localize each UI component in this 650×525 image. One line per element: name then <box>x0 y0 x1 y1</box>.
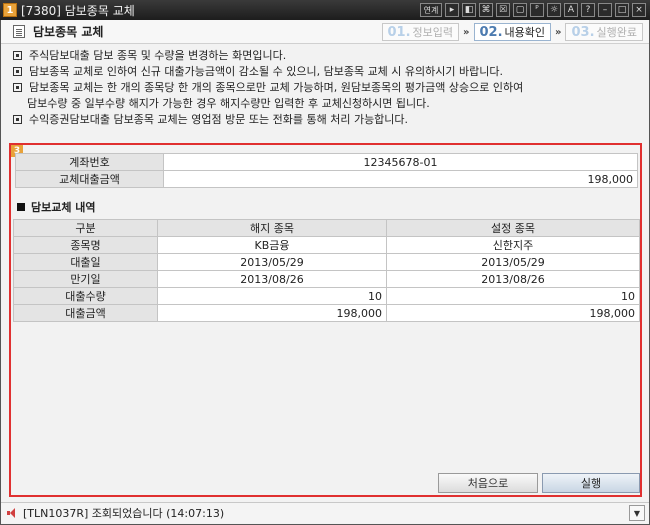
collateral-table: 구분 해지 종목 설정 종목 종목명 KB금융 신한지주 대출일 2013/05… <box>13 219 640 322</box>
step-2: 02. 내용확인 <box>473 23 552 41</box>
minimize-icon[interactable]: – <box>598 3 612 17</box>
help-icon[interactable]: ? <box>581 3 595 17</box>
account-value: 12345678-01 <box>163 153 638 171</box>
table-row: 계좌번호 12345678-01 <box>15 153 638 171</box>
column-header: 해지 종목 <box>157 219 387 237</box>
section-title: 담보교체 내역 <box>17 199 96 215</box>
notice-item: 담보종목 교체는 한 개의 종목당 한 개의 종목으로만 교체 가능하며, 원담… <box>11 80 641 96</box>
step-1-number: 01. <box>387 24 411 40</box>
arrow-icon[interactable]: ▸ <box>445 3 459 17</box>
table-row: 교체대출금액 198,000 <box>15 170 638 188</box>
step-3: 03. 실행완료 <box>565 23 643 41</box>
step-arrow-icon: » <box>555 26 562 38</box>
bullet-icon <box>13 115 22 124</box>
status-dropdown-button[interactable]: ▼ <box>629 505 645 521</box>
bullet-icon <box>13 83 22 92</box>
step-indicator: 01. 정보입력 » 02. 내용확인 » 03. 실행완료 <box>381 23 643 41</box>
step-arrow-icon: » <box>463 26 470 38</box>
window-controls: 연계 ▸ ◧ ⌘ ☒ ▢ ᴾ ☼ A ? – □ × <box>420 3 646 17</box>
column-header: 설정 종목 <box>386 219 640 237</box>
step-2-label: 내용확인 <box>504 26 546 39</box>
notice-list: 주식담보대출 담보 종목 및 수량을 변경하는 화면입니다. 담보종목 교체로 … <box>11 48 641 128</box>
window-title: [7380] 담보종목 교체 <box>21 3 135 18</box>
execute-button[interactable]: 실행 <box>542 473 640 493</box>
close-icon[interactable]: × <box>632 3 646 17</box>
step-1: 01. 정보입력 <box>381 23 460 41</box>
app-badge: 1 <box>3 3 17 17</box>
step-1-label: 정보입력 <box>412 26 454 39</box>
notice-item-continued: 담보수량 중 일부수량 해지가 가능한 경우 해지수량만 입력한 후 교체신청하… <box>27 97 430 110</box>
notice-item: 수익증권담보대출 담보종목 교체는 영업점 방문 또는 전화를 통해 처리 가능… <box>11 112 641 128</box>
square-bullet-icon <box>17 203 25 211</box>
close-box-icon[interactable]: ☒ <box>496 3 510 17</box>
pin-icon[interactable]: ᴾ <box>530 3 544 17</box>
layout-icon[interactable]: ◧ <box>462 3 476 17</box>
status-message: [TLN1037R] 조회되었습니다 (14:07:13) <box>23 507 225 520</box>
bullet-icon <box>13 67 22 76</box>
loan-amount-value: 198,000 <box>163 170 638 188</box>
table-row: 대출수량 10 10 <box>13 287 640 305</box>
document-icon <box>13 25 25 38</box>
font-icon[interactable]: A <box>564 3 578 17</box>
step-3-label: 실행완료 <box>596 26 637 39</box>
loan-amount-label: 교체대출금액 <box>15 170 164 188</box>
window-body: 담보종목 교체 01. 정보입력 » 02. 내용확인 » 03. 실행완료 주… <box>0 20 650 525</box>
link-button[interactable]: 연계 <box>420 3 442 17</box>
page-title: 담보종목 교체 <box>33 25 104 39</box>
maximize-icon[interactable]: □ <box>615 3 629 17</box>
bullet-icon <box>13 51 22 60</box>
table-header-row: 구분 해지 종목 설정 종목 <box>13 219 640 237</box>
speaker-icon <box>7 508 17 518</box>
table-row: 종목명 KB금융 신한지주 <box>13 236 640 254</box>
title-bar: 1 [7380] 담보종목 교체 연계 ▸ ◧ ⌘ ☒ ▢ ᴾ ☼ A ? – … <box>0 0 650 20</box>
copy-icon[interactable]: ▢ <box>513 3 527 17</box>
sun-icon[interactable]: ☼ <box>547 3 561 17</box>
notice-item: 주식담보대출 담보 종목 및 수량을 변경하는 화면입니다. <box>11 48 641 64</box>
settings-icon[interactable]: ⌘ <box>479 3 493 17</box>
table-row: 대출일 2013/05/29 2013/05/29 <box>13 253 640 271</box>
table-row: 대출금액 198,000 198,000 <box>13 304 640 322</box>
status-bar: [TLN1037R] 조회되었습니다 (14:07:13) ▼ <box>1 502 649 523</box>
account-table: 계좌번호 12345678-01 교체대출금액 198,000 <box>15 153 638 188</box>
notice-item: 담보종목 교체로 인하여 신규 대출가능금액이 감소될 수 있으니, 담보종목 … <box>11 64 641 80</box>
step-3-number: 03. <box>571 24 595 40</box>
table-row: 만기일 2013/08/26 2013/08/26 <box>13 270 640 288</box>
page-header: 담보종목 교체 01. 정보입력 » 02. 내용확인 » 03. 실행완료 <box>1 20 649 44</box>
reset-button[interactable]: 처음으로 <box>438 473 538 493</box>
content-panel: 3 계좌번호 12345678-01 교체대출금액 198,000 담보교체 내… <box>9 143 642 497</box>
column-header: 구분 <box>13 219 158 237</box>
account-label: 계좌번호 <box>15 153 164 171</box>
step-2-number: 02. <box>479 24 503 40</box>
